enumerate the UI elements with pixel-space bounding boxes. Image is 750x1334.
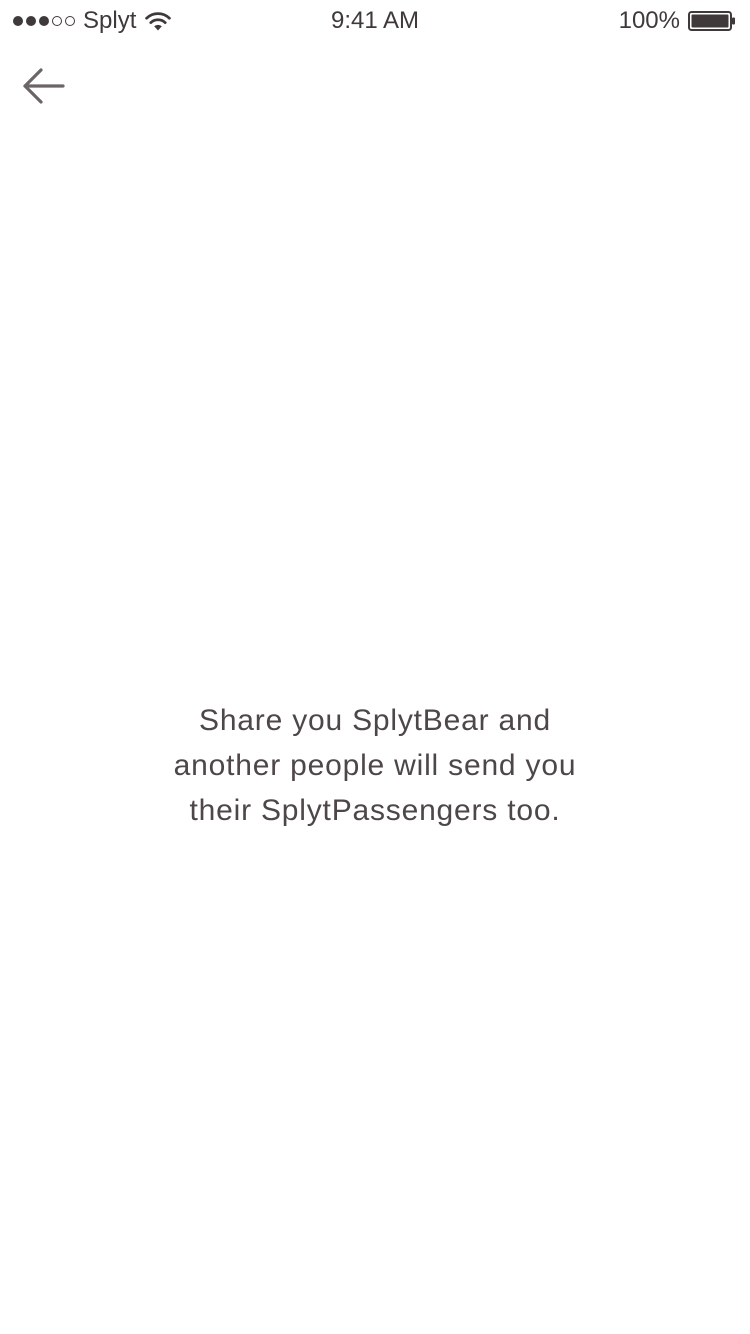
status-right: 100% — [619, 6, 736, 36]
message-line: another people will send you — [173, 749, 577, 782]
back-arrow-icon — [23, 68, 65, 104]
share-message: Share you SplytBear and another people w… — [0, 698, 750, 833]
message-line: their SplytPassengers too. — [189, 794, 561, 827]
back-button[interactable] — [18, 62, 68, 110]
status-bar: Splyt 9:41 AM 100% — [0, 0, 750, 40]
message-line: Share you SplytBear and — [199, 704, 551, 737]
battery-icon — [688, 11, 735, 31]
battery-percent: 100% — [618, 7, 680, 34]
